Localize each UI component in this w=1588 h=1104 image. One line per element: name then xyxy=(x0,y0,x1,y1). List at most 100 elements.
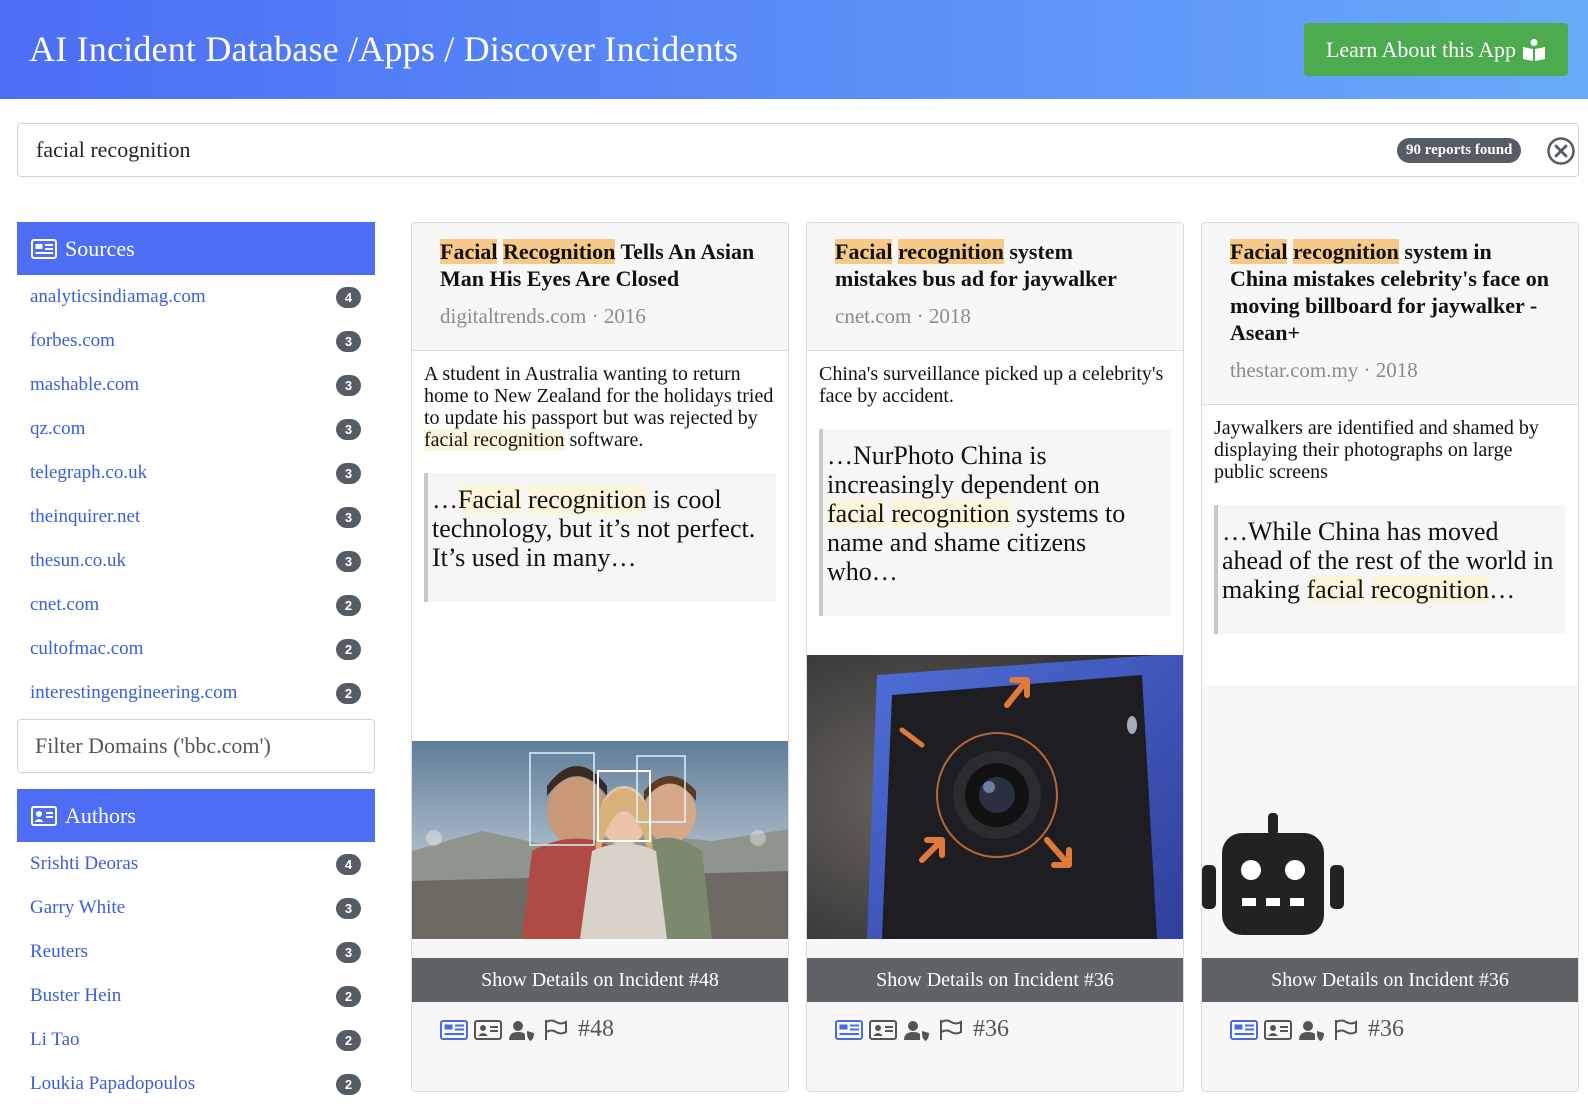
book-reader-icon xyxy=(1523,38,1546,61)
card-footer-actions: #36 xyxy=(835,1016,1009,1043)
card-quote: …While China has moved ahead of the rest… xyxy=(1214,505,1566,634)
card-image-group-selfie xyxy=(412,741,788,939)
filter-domains-placeholder: Filter Domains ('bbc.com') xyxy=(35,733,271,758)
newspaper-icon[interactable] xyxy=(835,1018,863,1042)
source-item[interactable]: telegraph.co.uk 3 xyxy=(17,451,375,495)
author-count-badge: 3 xyxy=(336,942,361,963)
selfie-photo xyxy=(412,741,788,939)
card-quote: …Facial recognition is cool technology, … xyxy=(424,473,776,602)
show-details-button[interactable]: Show Details on Incident #36 xyxy=(1202,958,1578,1002)
incident-card: Facial Recognition Tells An Asian Man Hi… xyxy=(411,222,789,1092)
card-title[interactable]: Facial Recognition Tells An Asian Man Hi… xyxy=(440,238,760,292)
source-item[interactable]: interestingengineering.com 2 xyxy=(17,671,375,715)
source-item[interactable]: analyticsindiamag.com 4 xyxy=(17,275,375,319)
flag-icon[interactable] xyxy=(1332,1018,1360,1042)
card-quote: …NurPhoto China is increasingly dependen… xyxy=(819,429,1171,616)
show-details-button[interactable]: Show Details on Incident #36 xyxy=(807,958,1183,1002)
filter-domains-input[interactable]: Filter Domains ('bbc.com') xyxy=(17,719,375,773)
sources-panel-heading: Sources xyxy=(17,222,375,275)
card-description: China's surveillance picked up a celebri… xyxy=(819,363,1164,407)
author-item[interactable]: Li Tao 2 xyxy=(17,1018,375,1062)
incident-card: Facial recognition system in China mista… xyxy=(1201,222,1579,1092)
newspaper-icon[interactable] xyxy=(1230,1018,1258,1042)
author-item[interactable]: Srishti Deoras 4 xyxy=(17,842,375,886)
learn-about-app-button[interactable]: Learn About this App xyxy=(1304,23,1568,76)
source-item[interactable]: mashable.com 3 xyxy=(17,363,375,407)
author-count-badge: 4 xyxy=(336,854,361,875)
results-count-badge: 90 reports found xyxy=(1397,138,1522,163)
newspaper-icon[interactable] xyxy=(440,1018,468,1042)
source-item[interactable]: qz.com 3 xyxy=(17,407,375,451)
source-label: theinquirer.net xyxy=(30,506,141,527)
source-label: mashable.com xyxy=(30,374,140,395)
card-description: Jaywalkers are identified and shamed by … xyxy=(1214,417,1539,483)
card-header: Facial recognition system mistakes bus a… xyxy=(807,223,1183,351)
show-details-button[interactable]: Show Details on Incident #48 xyxy=(412,958,788,1002)
card-source-meta: digitaltrends.com · 2016 xyxy=(440,304,646,328)
card-title[interactable]: Facial recognition system in China mista… xyxy=(1230,238,1550,346)
flag-icon[interactable] xyxy=(542,1018,570,1042)
author-count-badge: 2 xyxy=(336,1030,361,1051)
id-card-icon[interactable] xyxy=(1264,1018,1292,1042)
source-label: forbes.com xyxy=(30,330,115,351)
user-shield-icon[interactable] xyxy=(508,1018,536,1042)
source-count-badge: 3 xyxy=(336,463,361,484)
source-item[interactable]: cultofmac.com 2 xyxy=(17,627,375,671)
search-input[interactable] xyxy=(36,134,1336,166)
source-label: thesun.co.uk xyxy=(30,550,127,571)
user-shield-icon[interactable] xyxy=(1298,1018,1326,1042)
app-header: AI Incident Database /Apps / Discover In… xyxy=(0,0,1588,99)
card-footer-actions: #36 xyxy=(1230,1016,1404,1043)
robot-placeholder xyxy=(1202,813,1352,939)
source-label: telegraph.co.uk xyxy=(30,462,148,483)
incident-number[interactable]: #48 xyxy=(578,1016,614,1043)
source-count-badge: 2 xyxy=(336,639,361,660)
author-item[interactable]: Garry White 3 xyxy=(17,886,375,930)
author-item[interactable]: Buster Hein 2 xyxy=(17,974,375,1018)
learn-button-label: Learn About this App xyxy=(1325,36,1517,62)
authors-panel-heading: Authors xyxy=(17,789,375,842)
card-source-meta: cnet.com · 2018 xyxy=(835,304,971,328)
source-item[interactable]: forbes.com 3 xyxy=(17,319,375,363)
incident-card: Facial recognition system mistakes bus a… xyxy=(806,222,1184,1092)
source-label: interestingengineering.com xyxy=(30,682,238,703)
card-source-meta: thestar.com.my · 2018 xyxy=(1230,358,1418,382)
sources-list: analyticsindiamag.com 4 forbes.com 3 masha… xyxy=(17,275,375,715)
author-item[interactable]: Loukia Papadopoulos 2 xyxy=(17,1062,375,1104)
surveillance-camera-photo xyxy=(807,655,1183,939)
source-label: qz.com xyxy=(30,418,86,439)
author-label: Loukia Papadopoulos xyxy=(30,1073,196,1094)
incident-number[interactable]: #36 xyxy=(1368,1016,1404,1043)
card-header: Facial recognition system in China mista… xyxy=(1202,223,1578,405)
clear-circle-icon[interactable] xyxy=(1546,136,1576,166)
card-footer-actions: #48 xyxy=(440,1016,614,1043)
author-label: Li Tao xyxy=(30,1029,80,1050)
author-item[interactable]: Reuters 3 xyxy=(17,930,375,974)
robot-icon xyxy=(1202,813,1344,935)
source-label: analyticsindiamag.com xyxy=(30,286,206,307)
card-body: A student in Australia wanting to return… xyxy=(412,351,788,741)
author-label: Srishti Deoras xyxy=(30,853,139,874)
card-description: A student in Australia wanting to return… xyxy=(424,363,774,451)
id-card-icon[interactable] xyxy=(869,1018,897,1042)
author-count-badge: 3 xyxy=(336,898,361,919)
source-item[interactable]: cnet.com 2 xyxy=(17,583,375,627)
user-shield-icon[interactable] xyxy=(903,1018,931,1042)
source-count-badge: 4 xyxy=(336,287,361,308)
id-card-icon xyxy=(31,805,57,826)
author-label: Reuters xyxy=(30,941,89,962)
authors-heading-label: Authors xyxy=(65,802,136,828)
id-card-icon[interactable] xyxy=(474,1018,502,1042)
source-count-badge: 2 xyxy=(336,595,361,616)
author-count-badge: 2 xyxy=(336,986,361,1007)
incident-number[interactable]: #36 xyxy=(973,1016,1009,1043)
author-label: Garry White xyxy=(30,897,126,918)
source-count-badge: 3 xyxy=(336,419,361,440)
card-title[interactable]: Facial recognition system mistakes bus a… xyxy=(835,238,1155,292)
source-item[interactable]: thesun.co.uk 3 xyxy=(17,539,375,583)
source-count-badge: 3 xyxy=(336,331,361,352)
card-body: China's surveillance picked up a celebri… xyxy=(807,351,1183,655)
source-item[interactable]: theinquirer.net 3 xyxy=(17,495,375,539)
search-box: 90 reports found xyxy=(17,123,1579,177)
flag-icon[interactable] xyxy=(937,1018,965,1042)
